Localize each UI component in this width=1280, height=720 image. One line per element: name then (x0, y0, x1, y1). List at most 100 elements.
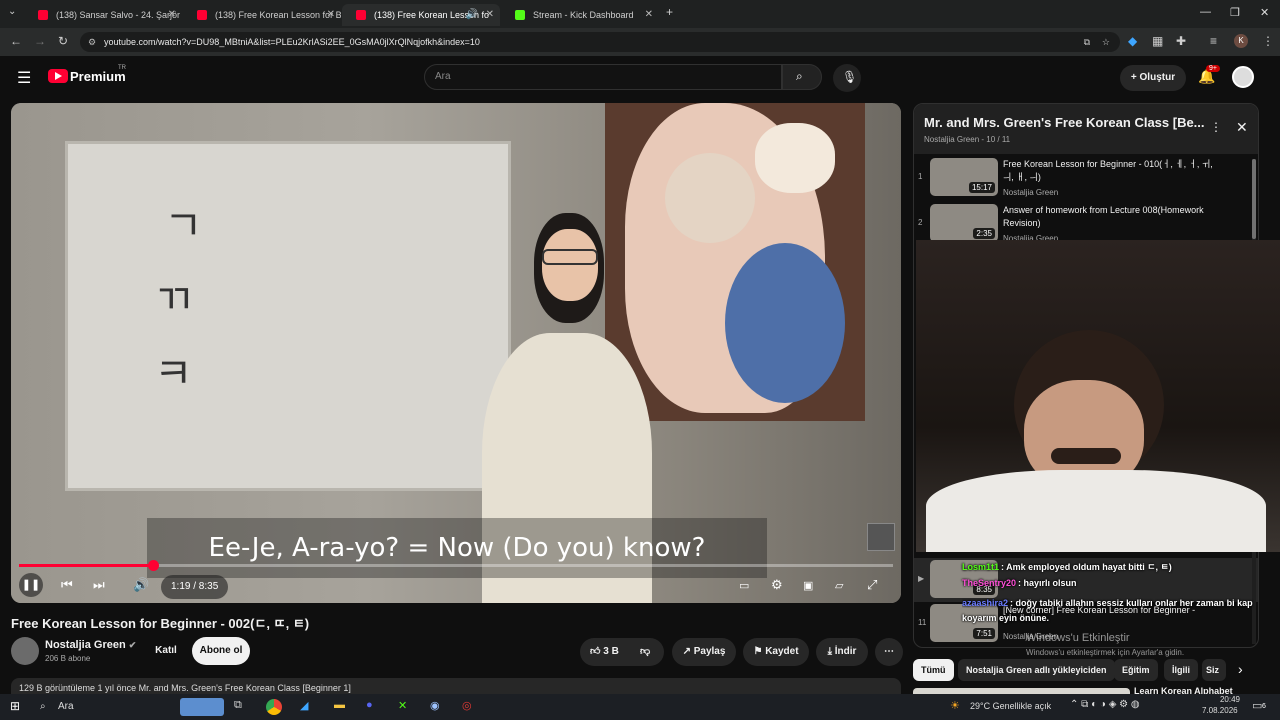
youtube-header: ☰ Premium TR Ara ⌕ 🎙 + Oluştur 🔔 9+ (0, 56, 1280, 100)
streamer-webcam-overlay (916, 240, 1280, 552)
app-icon[interactable]: ◎ (462, 699, 472, 712)
chip-education[interactable]: Eğitim (1114, 659, 1158, 681)
search-button[interactable]: ⌕ (782, 64, 822, 90)
search-input[interactable]: Ara (424, 64, 782, 90)
close-icon[interactable]: ✕ (168, 4, 176, 26)
tray-icons[interactable]: ⌃ ⧉ ◐ ◑ ◈ ⚙ ◍ (1070, 699, 1140, 710)
miniplayer-icon[interactable]: ▣ (803, 579, 813, 592)
more-menu-icon[interactable]: ⋮ (1262, 34, 1274, 48)
playlist-item-title: Answer of homework from Lecture 008(Home… (1003, 205, 1204, 228)
previous-icon[interactable]: ⏮ (61, 577, 73, 593)
windows-start-icon[interactable]: ⊞ (10, 699, 20, 713)
volume-icon[interactable]: 🔊 (133, 577, 149, 593)
weather-text[interactable]: 29°C Genellikle açık (970, 701, 1051, 711)
restore-icon[interactable]: ❐ (1230, 6, 1240, 19)
dislike-icon[interactable]: 👎︎ (640, 638, 650, 666)
cast-icon[interactable]: ▱ (835, 579, 843, 592)
chat-text: : Amk employed oldum hayat bitti ㄷ, ㅌ) (1001, 562, 1172, 572)
chat-text: : hayırlı olsun (1018, 578, 1077, 588)
settings-gear-icon[interactable]: ⚙ (771, 577, 783, 593)
playlist-title[interactable]: Mr. and Mrs. Green's Free Korean Class [… (924, 115, 1204, 130)
logo-text[interactable]: Premium (70, 69, 126, 84)
task-view-icon[interactable]: ⧉ (234, 699, 242, 712)
url-field[interactable]: ⚙ youtube.com/watch?v=DU98_MBtniA&list=P… (80, 32, 1120, 52)
save-label: Kaydet (765, 646, 799, 657)
subtitles-icon[interactable]: ▭ (739, 579, 749, 592)
extension-icon[interactable]: ▦ (1152, 34, 1163, 48)
extensions-puzzle-icon[interactable]: ✚ (1176, 34, 1186, 48)
close-icon[interactable]: ✕ (486, 4, 494, 26)
progress-bar[interactable] (19, 560, 893, 571)
media-controls-icon[interactable]: ≡ (1210, 34, 1217, 48)
join-button[interactable]: Katıl (148, 637, 184, 665)
notification-center-icon[interactable]: ▭ (1252, 699, 1262, 712)
time-display: 1:19 / 8:35 (161, 575, 229, 599)
board-char: ㅋ (154, 349, 193, 398)
chip-uploader[interactable]: Nostaljia Green adlı yükleyiciden (958, 659, 1115, 681)
fullscreen-icon[interactable]: ⤢ (867, 577, 877, 593)
like-button[interactable]: 👍︎ 3 B (590, 638, 619, 666)
video-player[interactable]: ㄱ ㄲ ㅋ Ee-Je, A-ra-yo? = Now (Do you) kno… (11, 103, 901, 603)
share-button[interactable]: ↗ Paylaş (672, 638, 736, 666)
scrubber-handle[interactable] (147, 560, 159, 571)
steam-icon[interactable]: ◉ (430, 699, 440, 712)
playlist-position: 10 / 11 (986, 135, 1011, 144)
youtube-favicon-icon (356, 10, 366, 20)
playlist-meta: Nostaljia Green - 10 / 11 (924, 135, 1011, 144)
install-icon[interactable]: ⧉ (1084, 32, 1090, 52)
chat-message: azaashira2: doğy tabiki allahın sessiz k… (962, 598, 1280, 608)
chevron-right-icon[interactable]: › (1238, 661, 1243, 677)
search-highlight-image[interactable] (180, 698, 224, 716)
chip-for-you[interactable]: Siz (1202, 659, 1226, 681)
playlist-menu-icon[interactable]: ⋮ (1210, 120, 1222, 134)
channel-name[interactable]: Nostaljia Green ✔ (45, 639, 136, 651)
reload-icon[interactable]: ↻ (58, 34, 68, 48)
extension-icon[interactable]: ◆ (1128, 34, 1137, 48)
chat-username: azaashira2 (962, 598, 1009, 608)
tab-2[interactable]: (138) Free Korean Lesson for Be ✕ (183, 4, 341, 26)
clock-date[interactable]: 7.08.2026 (1202, 706, 1238, 715)
chip-related[interactable]: İlgili (1164, 659, 1198, 681)
channel-watermark[interactable] (867, 523, 895, 551)
vscode-icon[interactable]: ◢ (300, 699, 308, 712)
site-info-icon[interactable]: ⚙ (88, 32, 96, 52)
pause-icon[interactable]: ❚❚ (19, 573, 43, 597)
youtube-logo-icon[interactable] (48, 69, 68, 83)
subscribe-button[interactable]: Abone ol (192, 637, 250, 665)
download-button[interactable]: ⤓ İndir (816, 638, 868, 666)
discord-icon[interactable]: ● (366, 699, 373, 711)
hamburger-menu-icon[interactable]: ☰ (17, 68, 31, 88)
voice-search-button[interactable]: 🎙 (833, 64, 861, 92)
tab-1[interactable]: (138) Sansar Salvo - 24. Şarjör ( ✕ (24, 4, 182, 26)
xbox-icon[interactable]: ✕ (398, 699, 407, 712)
playlist-item[interactable]: 1 15:17 Free Korean Lesson for Beginner … (914, 156, 1258, 200)
new-tab-button[interactable]: + (666, 5, 673, 19)
chip-all[interactable]: Tümü (913, 659, 954, 681)
profile-avatar[interactable]: K (1234, 34, 1248, 48)
kick-favicon-icon (515, 10, 525, 20)
bookmark-star-icon[interactable]: ☆ (1102, 32, 1110, 52)
next-icon[interactable]: ⏭ (93, 577, 105, 593)
forward-icon[interactable]: → (34, 34, 46, 48)
minimize-icon[interactable]: — (1200, 6, 1211, 18)
playlist-channel[interactable]: Nostaljia Green (924, 135, 979, 144)
chrome-icon[interactable] (266, 699, 282, 715)
channel-avatar[interactable] (11, 637, 39, 665)
back-icon[interactable]: ← (10, 34, 22, 48)
create-button[interactable]: + Oluştur (1120, 65, 1186, 91)
account-avatar[interactable] (1232, 66, 1254, 88)
video-title: Free Korean Lesson for Beginner - 002(ㄷ,… (11, 616, 310, 631)
close-icon[interactable]: ✕ (327, 4, 335, 26)
more-actions-icon[interactable]: ⋯ (875, 638, 903, 666)
close-window-icon[interactable]: ✕ (1260, 6, 1269, 19)
file-explorer-icon[interactable]: ▬ (334, 699, 345, 711)
clock-time[interactable]: 20:49 (1206, 695, 1240, 704)
next-card-title[interactable]: Learn Korean Alphabet (1134, 687, 1274, 694)
audio-icon[interactable]: 🔊 (466, 4, 478, 26)
close-icon[interactable]: ✕ (645, 4, 653, 26)
tab-3-active[interactable]: (138) Free Korean Lesson fo 🔊 ✕ (342, 4, 500, 26)
tab-search-icon[interactable]: ⌄ (8, 6, 16, 17)
save-button[interactable]: ⚑ Kaydet (743, 638, 809, 666)
close-playlist-icon[interactable]: ✕ (1236, 119, 1248, 136)
tab-4[interactable]: Stream - Kick Dashboard ✕ (501, 4, 659, 26)
